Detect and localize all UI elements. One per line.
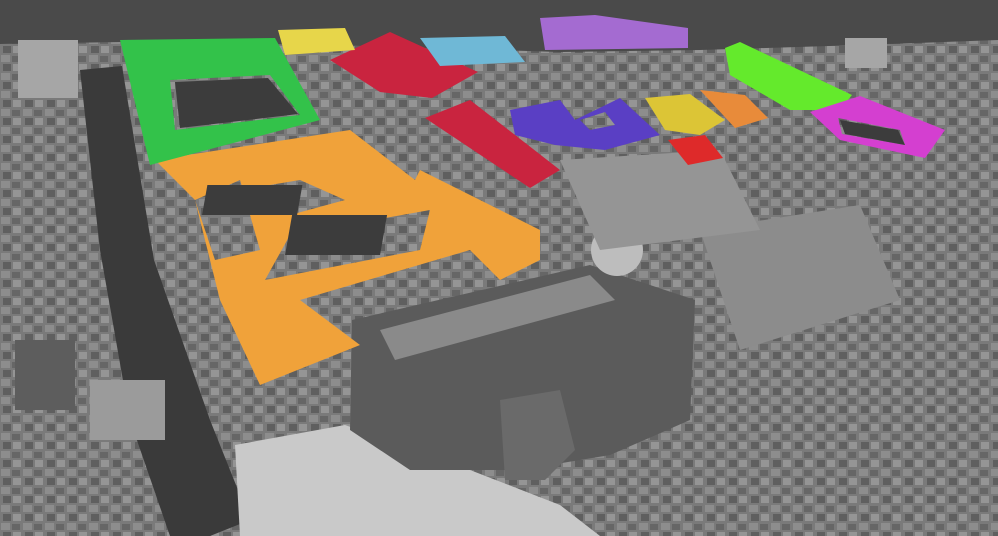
cloister-courtyard-2 [285,215,388,255]
cloister-courtyard-1 [202,185,303,215]
grey-building-topright [845,38,887,68]
grey-building-topleft [18,40,78,98]
grey-building-left [15,340,75,410]
grey-building-bottomleft [90,380,165,440]
aerial-photo [0,0,998,536]
